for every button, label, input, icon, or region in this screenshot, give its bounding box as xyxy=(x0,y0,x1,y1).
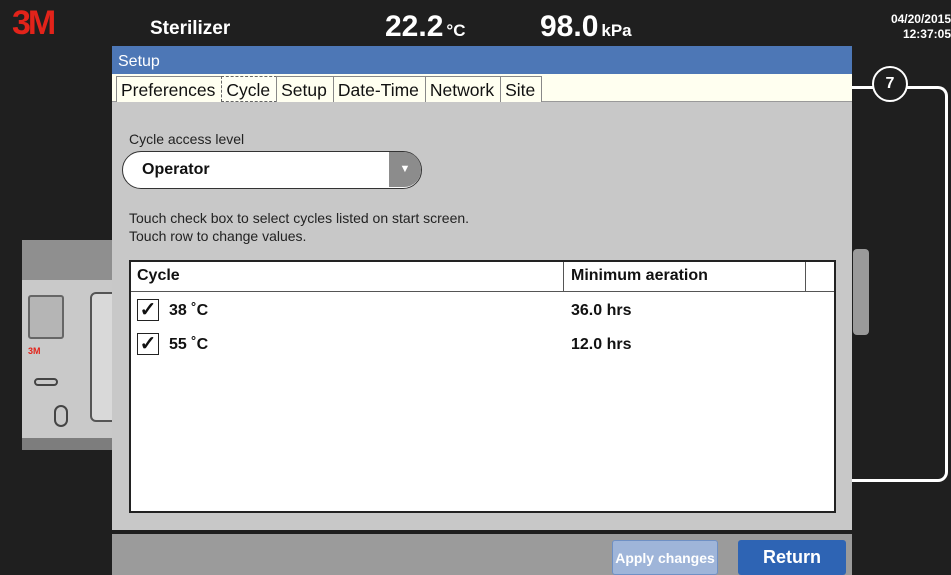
instruction-line-1: Touch check box to select cycles listed … xyxy=(129,210,470,226)
machine-base xyxy=(22,438,122,450)
access-level-label: Cycle access level xyxy=(129,131,245,147)
tab-network[interactable]: Network xyxy=(424,76,502,102)
time-text: 12:37:05 xyxy=(902,27,951,41)
row-checkbox[interactable]: ✓ xyxy=(137,333,159,355)
tab-setup[interactable]: Setup xyxy=(276,76,334,102)
pressure-unit: kPa xyxy=(601,21,632,40)
cycle-table: Cycle Minimum aeration ✓ 38 ˚C 36.0 hrs … xyxy=(129,260,836,513)
chevron-down-icon[interactable]: ▼ xyxy=(389,152,421,187)
tab-bar: Preferences Cycle Setup Date-Time Networ… xyxy=(112,74,852,102)
apply-changes-button[interactable]: Apply changes xyxy=(612,540,718,575)
access-level-select[interactable]: Operator ▼ xyxy=(122,151,422,189)
date-text: 04/20/2015 xyxy=(890,12,951,26)
temperature-readout: 22.2 °C xyxy=(385,10,465,44)
return-button[interactable]: Return xyxy=(738,540,846,575)
temperature-value: 22.2 xyxy=(385,10,444,43)
aeration-cell: 12.0 hrs xyxy=(571,336,632,353)
tab-site[interactable]: Site xyxy=(500,76,543,102)
tab-preferences[interactable]: Preferences xyxy=(116,76,223,102)
pressure-value: 98.0 xyxy=(540,10,599,43)
machine-knob xyxy=(54,405,68,427)
instruction-line-2: Touch row to change values. xyxy=(129,228,307,244)
table-row[interactable]: ✓ 55 ˚C 12.0 hrs xyxy=(131,330,834,360)
column-divider xyxy=(805,262,806,291)
instructions: Touch check box to select cycles listed … xyxy=(129,209,469,245)
machine-top xyxy=(22,240,122,280)
temperature-unit: °C xyxy=(446,21,466,40)
tab-list: Preferences Cycle Setup Date-Time Networ… xyxy=(116,76,543,102)
table-header: Cycle Minimum aeration xyxy=(131,262,834,292)
machine-slot xyxy=(34,378,58,386)
pressure-readout: 98.0 kPa xyxy=(540,10,632,44)
column-header-aeration: Minimum aeration xyxy=(571,267,708,284)
setup-dialog: Setup Preferences Cycle Setup Date-Time … xyxy=(112,46,852,530)
device-name: Sterilizer xyxy=(150,18,231,39)
date-time: 04/20/2015 12:37:05 xyxy=(891,12,951,42)
cycle-cell: 38 ˚C xyxy=(169,302,209,319)
tab-date-time[interactable]: Date-Time xyxy=(332,76,426,102)
sterilizer-illustration: 3M xyxy=(22,240,130,450)
machine-brand: 3M xyxy=(28,346,41,356)
tab-cycle[interactable]: Cycle xyxy=(221,76,278,102)
cycle-cell: 55 ˚C xyxy=(169,336,209,353)
callout-number: 7 xyxy=(872,66,908,102)
access-level-value: Operator xyxy=(142,161,210,178)
dialog-title: Setup xyxy=(112,46,852,74)
aeration-cell: 36.0 hrs xyxy=(571,302,632,319)
button-bar: Apply changes Return xyxy=(112,534,852,575)
column-header-cycle: Cycle xyxy=(137,267,180,284)
callout-bracket xyxy=(836,86,948,482)
row-checkbox[interactable]: ✓ xyxy=(137,299,159,321)
dialog-body: Cycle access level Operator ▼ Touch chec… xyxy=(112,103,852,530)
table-row[interactable]: ✓ 38 ˚C 36.0 hrs xyxy=(131,296,834,326)
column-divider xyxy=(563,262,564,291)
brand-logo: 3M xyxy=(12,4,56,42)
status-bar: 3M Sterilizer 22.2 °C 98.0 kPa 04/20/2015 … xyxy=(0,0,951,46)
machine-panel xyxy=(28,295,64,339)
